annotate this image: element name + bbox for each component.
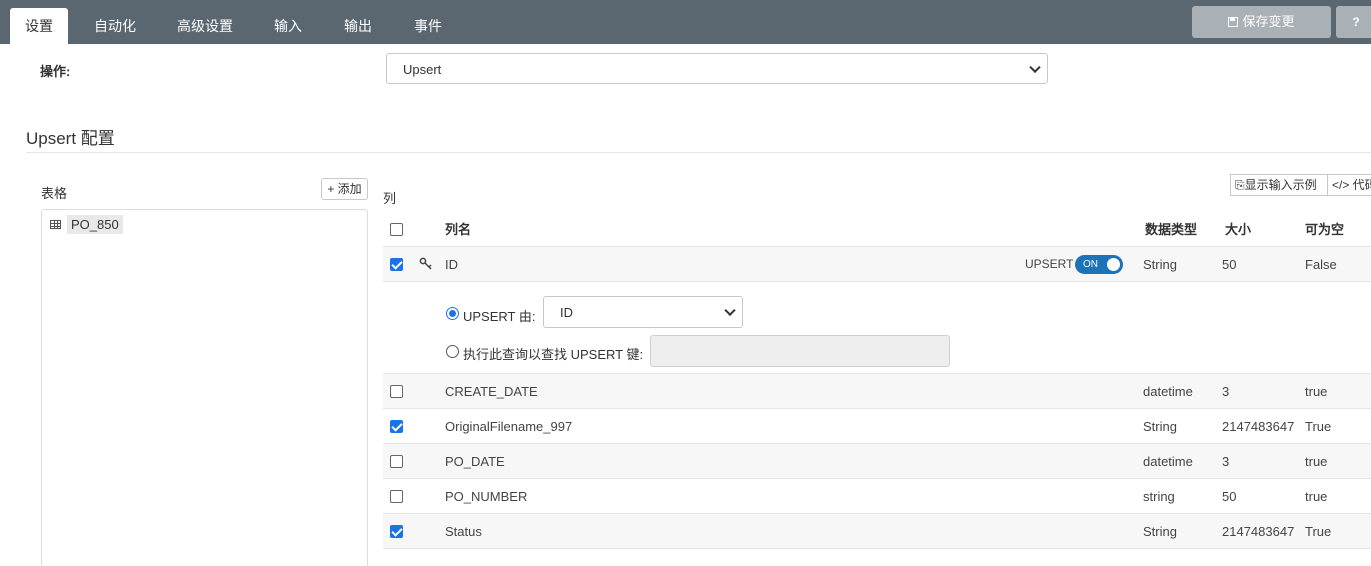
tab-input[interactable]: 输入 xyxy=(266,8,310,44)
upsert-toggle[interactable]: ON xyxy=(1075,255,1123,274)
top-nav-bar: 设置 自动化 高级设置 输入 输出 事件 保存变更 ? xyxy=(0,0,1371,44)
chevron-down-icon xyxy=(1029,61,1041,73)
header-type: 数据类型 xyxy=(1145,222,1198,237)
header-size: 大小 xyxy=(1225,222,1252,237)
table-row: OriginalFilename_997 String 2147483647 T… xyxy=(383,409,1371,444)
column-nullable: true xyxy=(1305,454,1328,469)
save-changes-button[interactable]: 保存变更 xyxy=(1192,6,1331,38)
table-row: ID UPSERT ON String 50 False xyxy=(383,247,1371,282)
header-nullable: 可为空 xyxy=(1305,222,1345,237)
upsert-by-select[interactable]: ID xyxy=(543,296,743,328)
tab-events[interactable]: 事件 xyxy=(406,8,450,44)
column-name: PO_DATE xyxy=(445,454,505,469)
table-row: PO_NUMBER string 50 true xyxy=(383,479,1371,514)
column-nullable: False xyxy=(1305,257,1337,272)
table-row: CREATE_DATE datetime 3 true xyxy=(383,374,1371,409)
column-name: PO_NUMBER xyxy=(445,489,528,504)
tab-automation[interactable]: 自动化 xyxy=(84,8,146,44)
column-nullable: true xyxy=(1305,489,1328,504)
table-item-label: PO_850 xyxy=(67,214,123,234)
help-icon: ? xyxy=(1352,15,1360,29)
upsert-by-radio[interactable] xyxy=(446,307,459,320)
column-size: 50 xyxy=(1222,257,1237,272)
header-name: 列名 xyxy=(445,222,472,237)
row-checkbox[interactable] xyxy=(390,385,403,398)
column-name: Status xyxy=(445,524,482,539)
column-size: 3 xyxy=(1222,384,1230,399)
key-icon xyxy=(419,257,432,270)
column-nullable: true xyxy=(1305,384,1328,399)
column-name: ID xyxy=(445,257,458,272)
tables-list: PO_850 xyxy=(41,209,368,566)
column-name: CREATE_DATE xyxy=(445,384,538,399)
column-type: string xyxy=(1143,489,1175,504)
columns-label: 列 xyxy=(383,191,397,206)
column-type: String xyxy=(1143,257,1177,272)
add-table-button[interactable]: + 添加 xyxy=(321,178,368,200)
row-checkbox[interactable] xyxy=(390,420,403,433)
column-type: String xyxy=(1143,419,1177,434)
column-size: 3 xyxy=(1222,454,1230,469)
query-input xyxy=(650,335,950,367)
operation-value: Upsert xyxy=(403,62,442,77)
row-checkbox[interactable] xyxy=(390,490,403,503)
column-nullable: True xyxy=(1305,524,1332,539)
show-input-sample-button[interactable]: ⎘显示输入示例 xyxy=(1230,174,1328,196)
show-input-sample-label: 显示输入示例 xyxy=(1244,178,1317,192)
toggle-label: ON xyxy=(1083,259,1098,270)
columns-header-row: 列名 数据类型 大小 可为空 xyxy=(383,212,1371,247)
column-type: datetime xyxy=(1143,454,1193,469)
query-label: 执行此查询以查找 UPSERT 键: xyxy=(463,347,644,362)
upsert-label: UPSERT xyxy=(1025,257,1074,271)
section-title: Upsert 配置 xyxy=(26,129,115,148)
tab-settings[interactable]: 设置 xyxy=(10,8,68,44)
row-checkbox[interactable] xyxy=(390,455,403,468)
help-button[interactable]: ? xyxy=(1336,6,1371,38)
tab-advanced-settings[interactable]: 高级设置 xyxy=(170,8,240,44)
table-row: PO_DATE datetime 3 true xyxy=(383,444,1371,479)
table-item[interactable]: PO_850 xyxy=(50,214,123,234)
document-icon: ⎘ xyxy=(1235,178,1245,192)
column-name: OriginalFilename_997 xyxy=(445,419,573,434)
row-checkbox[interactable] xyxy=(390,525,403,538)
column-size: 50 xyxy=(1222,489,1237,504)
select-all-checkbox[interactable] xyxy=(390,223,403,236)
tab-output[interactable]: 输出 xyxy=(336,8,380,44)
tables-label: 表格 xyxy=(41,186,68,201)
upsert-options-panel: UPSERT 由: ID 执行此查询以查找 UPSERT 键: xyxy=(383,282,1371,374)
table-row: Status String 2147483647 True xyxy=(383,514,1371,549)
save-label: 保存变更 xyxy=(1242,14,1295,29)
row-checkbox[interactable] xyxy=(390,258,403,271)
column-size: 2147483647 xyxy=(1222,419,1295,434)
divider xyxy=(26,152,1371,153)
column-nullable: True xyxy=(1305,419,1332,434)
chevron-down-icon xyxy=(724,304,736,317)
save-icon xyxy=(1228,17,1239,27)
upsert-by-value: ID xyxy=(560,305,573,320)
operation-label: 操作: xyxy=(40,64,71,79)
column-size: 2147483647 xyxy=(1222,524,1295,539)
code-button[interactable]: </> 代码 xyxy=(1327,174,1371,196)
upsert-by-label: UPSERT 由: xyxy=(463,309,536,324)
table-icon xyxy=(50,219,61,229)
toggle-knob xyxy=(1107,258,1120,271)
column-type: datetime xyxy=(1143,384,1193,399)
column-type: String xyxy=(1143,524,1177,539)
operation-select[interactable]: Upsert xyxy=(386,53,1048,84)
query-radio[interactable] xyxy=(446,345,459,358)
